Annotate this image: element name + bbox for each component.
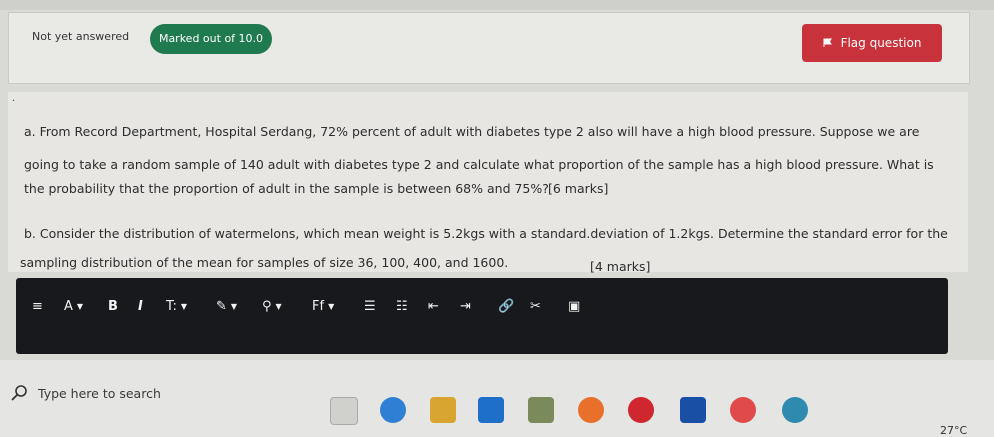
weather-temperature: 27°C bbox=[940, 424, 968, 437]
opera-icon[interactable] bbox=[628, 397, 654, 423]
search-placeholder: Type here to search bbox=[38, 385, 161, 401]
mail-icon[interactable] bbox=[478, 397, 504, 423]
font-size-icon[interactable]: T: ▼ bbox=[166, 292, 187, 322]
numbered-list-icon[interactable]: ☷ bbox=[396, 292, 408, 322]
app-icon[interactable] bbox=[782, 397, 808, 423]
image-icon[interactable]: ▣ bbox=[568, 292, 580, 322]
edge-browser-icon[interactable] bbox=[380, 397, 406, 423]
taskbar-search[interactable]: Type here to search bbox=[10, 378, 310, 408]
panel-dot: · bbox=[12, 96, 16, 107]
question-line: the probability that the proportion of a… bbox=[24, 181, 549, 196]
task-view-icon[interactable] bbox=[330, 397, 358, 425]
paragraph-icon[interactable]: ≡ bbox=[32, 292, 43, 322]
indent-icon[interactable]: ⇥ bbox=[460, 292, 471, 322]
flag-question-label: Flag question bbox=[840, 36, 922, 50]
bullet-list-icon[interactable]: ☰ bbox=[364, 292, 376, 322]
question-line: b. Consider the distribution of watermel… bbox=[24, 226, 948, 241]
firefox-icon[interactable] bbox=[578, 397, 604, 423]
question-line: going to take a random sample of 140 adu… bbox=[24, 157, 934, 172]
chevron-down-icon: ▼ bbox=[76, 302, 84, 311]
chevron-down-icon: ▼ bbox=[328, 302, 335, 311]
store-icon[interactable] bbox=[528, 397, 554, 423]
word-icon[interactable] bbox=[680, 397, 706, 423]
location-icon[interactable]: ⚲ ▼ bbox=[262, 292, 282, 322]
answer-status: Not yet answered bbox=[32, 30, 130, 43]
chevron-down-icon: ▼ bbox=[180, 302, 188, 311]
unlink-icon[interactable]: ✂ bbox=[530, 292, 541, 322]
top-edge bbox=[0, 0, 994, 10]
link-icon[interactable]: 🔗 bbox=[498, 292, 514, 322]
chevron-down-icon: ▼ bbox=[230, 302, 238, 311]
part-b-marks: [4 marks] bbox=[590, 259, 651, 274]
bold-icon[interactable]: B bbox=[108, 292, 118, 322]
flag-question-button[interactable]: Flag question bbox=[802, 24, 942, 62]
marks-badge: Marked out of 10.0 bbox=[150, 24, 272, 54]
question-line: sampling distribution of the mean for sa… bbox=[20, 255, 509, 270]
brush-icon[interactable]: ✎ ▼ bbox=[216, 292, 237, 322]
chevron-down-icon: ▼ bbox=[275, 302, 282, 311]
italic-icon[interactable]: I bbox=[138, 292, 143, 322]
editor-toolbar: ≡ A ▼ B I T: ▼ ✎ ▼ ⚲ ▼ Ff ▼ ☰ ☷ ⇤ ⇥ 🔗 ✂ ▣ bbox=[16, 278, 948, 354]
app-icon[interactable] bbox=[730, 397, 756, 423]
search-icon bbox=[11, 385, 27, 401]
toolbar-row: ≡ A ▼ B I T: ▼ ✎ ▼ ⚲ ▼ Ff ▼ ☰ ☷ ⇤ ⇥ 🔗 ✂ ▣ bbox=[16, 292, 616, 322]
question-line: a. From Record Department, Hospital Serd… bbox=[24, 124, 920, 139]
outdent-icon[interactable]: ⇤ bbox=[428, 292, 439, 322]
file-explorer-icon[interactable] bbox=[430, 397, 456, 423]
font-family-icon[interactable]: Ff ▼ bbox=[312, 292, 334, 322]
part-a-marks: [6 marks] bbox=[548, 181, 609, 196]
font-color-icon[interactable]: A ▼ bbox=[64, 292, 83, 322]
flag-icon bbox=[823, 38, 832, 47]
